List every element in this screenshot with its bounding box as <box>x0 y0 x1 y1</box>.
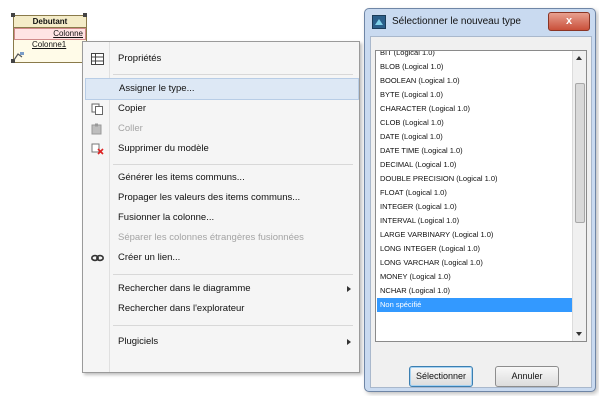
dialog-title: Sélectionner le nouveau type <box>392 16 521 27</box>
cancel-button[interactable]: Annuler <box>495 366 559 387</box>
dialog-titlebar[interactable]: Sélectionner le nouveau type x <box>365 9 595 35</box>
close-button[interactable]: x <box>548 12 590 31</box>
type-list-item[interactable]: BOOLEAN (Logical 1.0) <box>377 74 573 88</box>
delete-icon <box>91 143 104 155</box>
menu-item-label: Copier <box>118 103 146 114</box>
entity-column-row[interactable]: Colonne1 <box>14 40 86 50</box>
resize-handle[interactable] <box>83 13 87 17</box>
menu-separator <box>113 325 353 326</box>
menu-item-proprietes[interactable]: Propriétés <box>85 49 357 69</box>
select-button[interactable]: Sélectionner <box>409 366 473 387</box>
scroll-down-icon[interactable] <box>576 332 582 336</box>
menu-separator <box>113 274 353 275</box>
menu-item-label: Générer les items communs... <box>118 172 245 183</box>
type-list[interactable]: BIT (Logical 1.0) BLOB (Logical 1.0) BOOLE… <box>375 50 587 342</box>
menu-item-fusionner-colonne[interactable]: Fusionner la colonne... <box>85 208 357 228</box>
table-icon <box>91 53 104 65</box>
entity-title: Debutant <box>14 16 86 28</box>
scroll-up-icon[interactable] <box>576 56 582 60</box>
resize-handle[interactable] <box>11 13 15 17</box>
menu-item-rechercher-diagramme[interactable]: Rechercher dans le diagramme <box>85 279 357 299</box>
copy-icon <box>91 103 103 115</box>
type-list-item[interactable]: FLOAT (Logical 1.0) <box>377 186 573 200</box>
type-list-item[interactable]: DOUBLE PRECISION (Logical 1.0) <box>377 172 573 186</box>
submenu-arrow-icon <box>347 339 351 345</box>
menu-item-label: Assigner le type... <box>119 83 195 94</box>
type-list-item[interactable]: INTERVAL (Logical 1.0) <box>377 214 573 228</box>
menu-item-generer-items[interactable]: Générer les items communs... <box>85 168 357 188</box>
menu-item-label: Propager les valeurs des items communs..… <box>118 192 301 203</box>
type-list-item[interactable]: BYTE (Logical 1.0) <box>377 88 573 102</box>
menu-item-label: Propriétés <box>118 53 162 64</box>
type-list-item[interactable]: DATE (Logical 1.0) <box>377 130 573 144</box>
dialog-body: BIT (Logical 1.0) BLOB (Logical 1.0) BOOLE… <box>370 36 592 388</box>
link-icon <box>91 254 104 262</box>
type-list-item[interactable]: CLOB (Logical 1.0) <box>377 116 573 130</box>
entity-column-row[interactable]: Colonne <box>14 28 86 40</box>
menu-item-propager-valeurs[interactable]: Propager les valeurs des items communs..… <box>85 188 357 208</box>
column-link-icon <box>13 52 24 61</box>
menu-item-label: Supprimer du modèle <box>118 143 209 154</box>
paste-icon <box>91 123 102 135</box>
type-list-item[interactable]: BIT (Logical 1.0) <box>377 51 573 60</box>
menu-item-copier[interactable]: Copier <box>85 99 357 119</box>
menu-item-assigner-type[interactable]: Assigner le type... <box>85 78 359 100</box>
type-list-item[interactable]: Non spécifié <box>377 298 573 312</box>
menu-separator <box>113 74 353 75</box>
type-list-item[interactable]: LONG INTEGER (Logical 1.0) <box>377 242 573 256</box>
context-menu: Propriétés Assigner le type... Copier Co… <box>82 41 360 373</box>
menu-item-label: Rechercher dans le diagramme <box>118 283 251 294</box>
menu-item-label: Séparer les colonnes étrangères fusionné… <box>118 232 304 243</box>
scroll-thumb[interactable] <box>575 83 585 223</box>
menu-item-label: Fusionner la colonne... <box>118 212 215 223</box>
type-list-item[interactable]: INTEGER (Logical 1.0) <box>377 200 573 214</box>
type-list-item[interactable]: NCHAR (Logical 1.0) <box>377 284 573 298</box>
select-type-dialog: Sélectionner le nouveau type x BIT (Logi… <box>364 8 596 392</box>
menu-item-coller[interactable]: Coller <box>85 119 357 139</box>
menu-item-rechercher-explorateur[interactable]: Rechercher dans l'explorateur <box>85 299 357 319</box>
menu-item-label: Créer un lien... <box>118 252 181 263</box>
type-list-item[interactable]: CHARACTER (Logical 1.0) <box>377 102 573 116</box>
diagram-entity[interactable]: Debutant Colonne Colonne1 <box>11 13 87 63</box>
menu-item-separer-colonnes[interactable]: Séparer les colonnes étrangères fusionné… <box>85 228 357 248</box>
menu-item-label: Plugiciels <box>118 336 159 347</box>
app-icon <box>372 15 386 29</box>
menu-separator <box>113 164 353 165</box>
type-list-item[interactable]: DATE TIME (Logical 1.0) <box>377 144 573 158</box>
menu-item-label: Rechercher dans l'explorateur <box>118 303 245 314</box>
menu-item-supprimer[interactable]: Supprimer du modèle <box>85 139 357 159</box>
type-list-item[interactable]: MONEY (Logical 1.0) <box>377 270 573 284</box>
menu-item-creer-lien[interactable]: Créer un lien... <box>85 248 357 268</box>
type-list-item[interactable]: LARGE VARBINARY (Logical 1.0) <box>377 228 573 242</box>
list-scrollbar[interactable] <box>572 51 586 341</box>
menu-item-plugiciels[interactable]: Plugiciels <box>85 332 357 352</box>
type-list-item[interactable]: BLOB (Logical 1.0) <box>377 60 573 74</box>
type-list-item[interactable]: LONG VARCHAR (Logical 1.0) <box>377 256 573 270</box>
type-list-item[interactable]: DECIMAL (Logical 1.0) <box>377 158 573 172</box>
menu-item-label: Coller <box>118 123 143 134</box>
submenu-arrow-icon <box>347 286 351 292</box>
